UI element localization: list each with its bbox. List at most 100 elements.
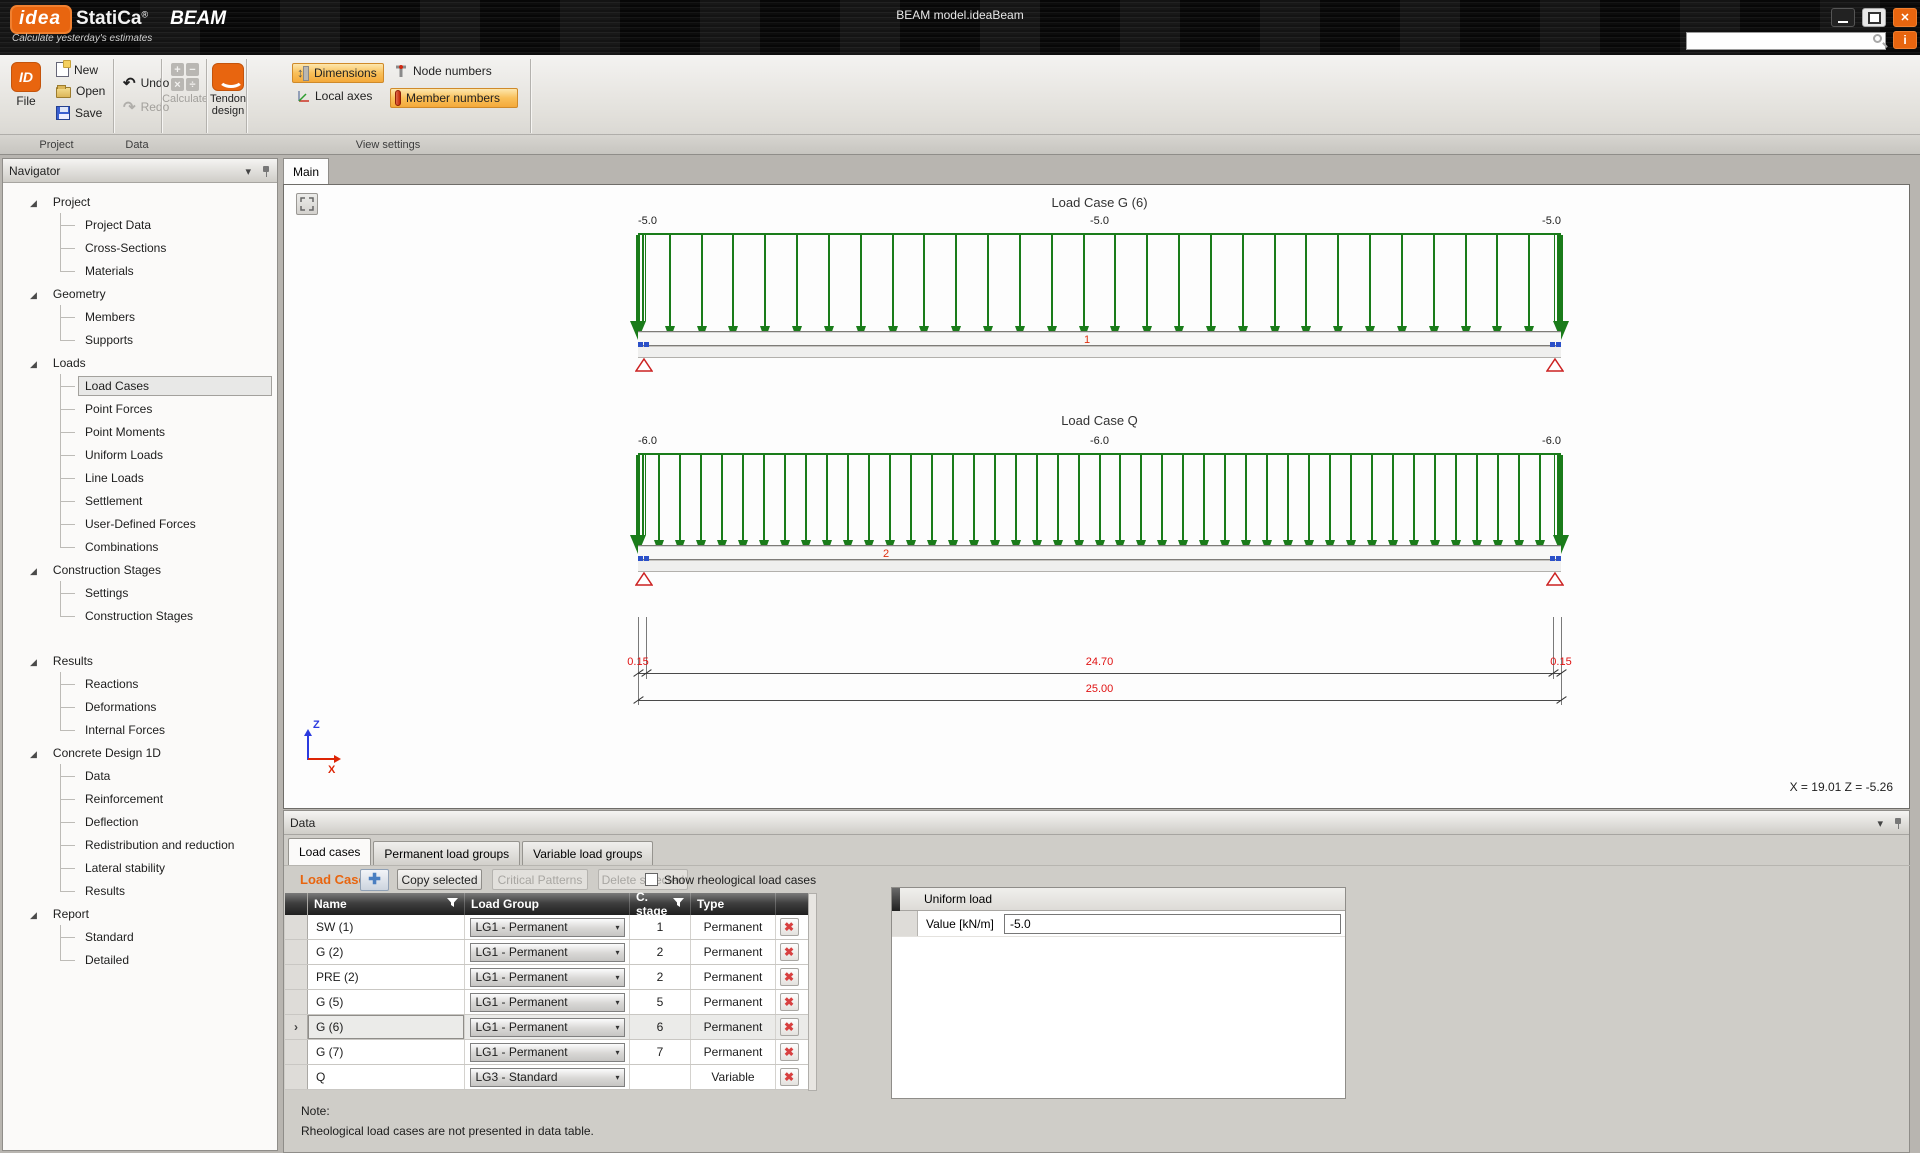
navigator-dropdown-icon[interactable] bbox=[245, 164, 251, 178]
nav-item-point-moments[interactable]: Point Moments bbox=[3, 420, 277, 443]
nav-item-point-forces[interactable]: Point Forces bbox=[3, 397, 277, 420]
load-case-name[interactable]: G (6) bbox=[308, 1015, 465, 1039]
navigator-pin-icon[interactable] bbox=[261, 165, 271, 177]
header-load-group[interactable]: Load Group bbox=[465, 893, 630, 915]
load-group-dropdown[interactable]: LG3 - Standard▾ bbox=[470, 1068, 625, 1087]
load-case-name[interactable]: SW (1) bbox=[308, 915, 465, 939]
tree-expander-icon[interactable] bbox=[30, 195, 47, 209]
row-selector[interactable] bbox=[285, 1040, 308, 1064]
delete-load-case-button[interactable] bbox=[780, 1018, 799, 1036]
header-name[interactable]: Name bbox=[308, 893, 465, 915]
maximize-button[interactable] bbox=[1862, 8, 1886, 27]
show-rheological-checkbox[interactable] bbox=[645, 873, 658, 886]
nav-item-redistribution-and-reduction[interactable]: Redistribution and reduction bbox=[3, 833, 277, 856]
c-stage-cell[interactable]: 5 bbox=[630, 990, 691, 1014]
nav-item-settings[interactable]: Settings bbox=[3, 581, 277, 604]
local-axes-toggle[interactable]: Local axes bbox=[292, 88, 376, 104]
tab-load-cases[interactable]: Load cases bbox=[288, 838, 371, 865]
nav-item-uniform-loads[interactable]: Uniform Loads bbox=[3, 443, 277, 466]
header-type[interactable]: Type bbox=[691, 893, 776, 915]
nav-item-deflection[interactable]: Deflection bbox=[3, 810, 277, 833]
nav-item-line-loads[interactable]: Line Loads bbox=[3, 466, 277, 489]
load-group-dropdown[interactable]: LG1 - Permanent▾ bbox=[470, 968, 625, 987]
nav-item-settlement[interactable]: Settlement bbox=[3, 489, 277, 512]
row-selector[interactable]: › bbox=[285, 1015, 308, 1039]
c-stage-cell[interactable]: 7 bbox=[630, 1040, 691, 1064]
c-stage-cell[interactable]: 2 bbox=[630, 965, 691, 989]
load-case-row-pre-2[interactable]: PRE (2)LG1 - Permanent▾2Permanent bbox=[285, 965, 808, 990]
load-group-dropdown[interactable]: LG1 - Permanent▾ bbox=[470, 1018, 625, 1037]
c-stage-cell[interactable] bbox=[630, 1065, 691, 1089]
load-case-name[interactable]: PRE (2) bbox=[308, 965, 465, 989]
nav-item-loads[interactable]: Loads bbox=[3, 351, 277, 374]
dimensions-toggle[interactable]: Dimensions bbox=[292, 63, 384, 83]
delete-load-case-button[interactable] bbox=[780, 993, 799, 1011]
nav-item-construction-stages[interactable]: Construction Stages bbox=[3, 558, 277, 581]
tree-expander-icon[interactable] bbox=[30, 563, 47, 577]
nav-item-cross-sections[interactable]: Cross-Sections bbox=[3, 236, 277, 259]
info-button[interactable]: i bbox=[1893, 31, 1917, 49]
nav-item-project-data[interactable]: Project Data bbox=[3, 213, 277, 236]
critical-patterns-button[interactable]: Critical Patterns bbox=[492, 869, 588, 890]
load-case-row-g-7[interactable]: G (7)LG1 - Permanent▾7Permanent bbox=[285, 1040, 808, 1065]
table-scrollbar[interactable] bbox=[808, 893, 817, 1091]
load-case-row-g-5[interactable]: G (5)LG1 - Permanent▾5Permanent bbox=[285, 990, 808, 1015]
tree-expander-icon[interactable] bbox=[30, 287, 47, 301]
tree-expander-icon[interactable] bbox=[30, 356, 47, 370]
filter-icon[interactable] bbox=[673, 897, 684, 911]
add-load-case-button[interactable] bbox=[360, 869, 389, 891]
tab-variable-load-groups[interactable]: Variable load groups bbox=[522, 841, 653, 865]
row-selector[interactable] bbox=[285, 1065, 308, 1089]
data-pin-icon[interactable] bbox=[1893, 817, 1903, 829]
c-stage-cell[interactable]: 1 bbox=[630, 915, 691, 939]
delete-load-case-button[interactable] bbox=[780, 1068, 799, 1086]
load-group-dropdown[interactable]: LG1 - Permanent▾ bbox=[470, 1043, 625, 1062]
load-group-dropdown[interactable]: LG1 - Permanent▾ bbox=[470, 993, 625, 1012]
nav-item-lateral-stability[interactable]: Lateral stability bbox=[3, 856, 277, 879]
nav-item-supports[interactable]: Supports bbox=[3, 328, 277, 351]
uniform-load-value-input[interactable] bbox=[1004, 914, 1341, 934]
c-stage-cell[interactable]: 2 bbox=[630, 940, 691, 964]
nav-item-deformations[interactable]: Deformations bbox=[3, 695, 277, 718]
nav-item-standard[interactable]: Standard bbox=[3, 925, 277, 948]
file-button[interactable]: ID File bbox=[6, 61, 46, 109]
fit-view-icon[interactable] bbox=[296, 193, 318, 215]
nav-item-load-cases[interactable]: Load Cases bbox=[3, 374, 277, 397]
load-case-name[interactable]: G (5) bbox=[308, 990, 465, 1014]
delete-load-case-button[interactable] bbox=[780, 943, 799, 961]
load-case-name[interactable]: G (2) bbox=[308, 940, 465, 964]
copy-selected-button[interactable]: Copy selected bbox=[397, 869, 482, 890]
load-case-name[interactable]: G (7) bbox=[308, 1040, 465, 1064]
tree-expander-icon[interactable] bbox=[30, 907, 47, 921]
nav-item-report[interactable]: Report bbox=[3, 902, 277, 925]
load-group-dropdown[interactable]: LG1 - Permanent▾ bbox=[470, 918, 625, 937]
data-dropdown-icon[interactable] bbox=[1877, 816, 1883, 830]
header-c-stage[interactable]: C. stage bbox=[630, 893, 691, 915]
delete-load-case-button[interactable] bbox=[780, 1043, 799, 1061]
c-stage-cell[interactable]: 6 bbox=[630, 1015, 691, 1039]
tree-expander-icon[interactable] bbox=[30, 746, 47, 760]
nav-item-members[interactable]: Members bbox=[3, 305, 277, 328]
filter-icon[interactable] bbox=[447, 897, 458, 911]
row-selector[interactable] bbox=[285, 990, 308, 1014]
nav-item-detailed[interactable]: Detailed bbox=[3, 948, 277, 971]
nav-item-data[interactable]: Data bbox=[3, 764, 277, 787]
nav-item-project[interactable]: Project bbox=[3, 190, 277, 213]
tree-expander-icon[interactable] bbox=[30, 654, 47, 668]
load-group-dropdown[interactable]: LG1 - Permanent▾ bbox=[470, 943, 625, 962]
save-button[interactable]: Save bbox=[52, 105, 106, 121]
node-numbers-toggle[interactable]: Node numbers bbox=[390, 63, 496, 79]
nav-item-combinations[interactable]: Combinations bbox=[3, 535, 277, 558]
nav-item-materials[interactable]: Materials bbox=[3, 259, 277, 282]
nav-item-internal-forces[interactable]: Internal Forces bbox=[3, 718, 277, 741]
nav-item-reactions[interactable]: Reactions bbox=[3, 672, 277, 695]
load-case-row-sw-1[interactable]: SW (1)LG1 - Permanent▾1Permanent bbox=[285, 915, 808, 940]
nav-item-reinforcement[interactable]: Reinforcement bbox=[3, 787, 277, 810]
row-selector[interactable] bbox=[285, 965, 308, 989]
search-input[interactable] bbox=[1686, 32, 1886, 50]
nav-item-concrete-design-1d[interactable]: Concrete Design 1D bbox=[3, 741, 277, 764]
delete-load-case-button[interactable] bbox=[780, 918, 799, 936]
close-button[interactable]: ✕ bbox=[1893, 8, 1917, 27]
row-selector[interactable] bbox=[285, 915, 308, 939]
minimize-button[interactable] bbox=[1831, 8, 1855, 27]
